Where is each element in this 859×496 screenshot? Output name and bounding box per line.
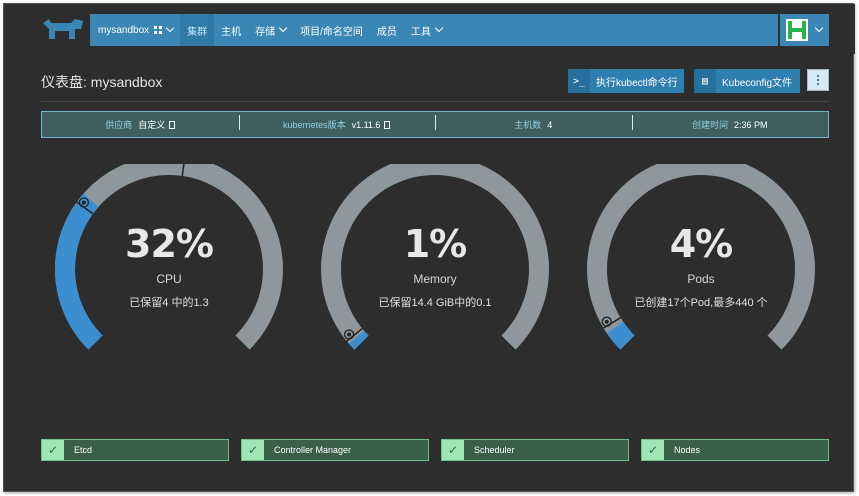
- pods-gauge-arc: [587, 164, 815, 350]
- grid-icon: [154, 26, 163, 34]
- terminal-icon: >_: [568, 69, 590, 93]
- status-controller-manager: ✓ Controller Manager: [241, 439, 429, 461]
- hosts-value: 4: [547, 120, 553, 130]
- nav-storage[interactable]: 存储: [248, 14, 293, 46]
- info-hosts: 主机数 4: [435, 115, 632, 131]
- created-value: 2:36 PM: [733, 120, 768, 130]
- check-icon: ✓: [242, 440, 264, 460]
- created-key: 创建时间: [691, 120, 728, 130]
- pods-gauge: 4% Pods 已创建17个Pod,最多440 个: [581, 164, 821, 374]
- provider-value: 自定义: [138, 120, 166, 130]
- nav-nodes[interactable]: 主机: [214, 14, 248, 46]
- chevron-down-icon: [278, 23, 288, 33]
- user-menu[interactable]: [780, 14, 829, 46]
- copy-icon[interactable]: [169, 121, 176, 129]
- dot-icon: [817, 83, 819, 85]
- nav-members[interactable]: 成员: [370, 14, 404, 46]
- k8s-value: v1.11.6: [351, 120, 381, 130]
- gauge-fill: [606, 321, 635, 350]
- info-k8s-version: kubernetes版本 v1.11.6: [238, 115, 436, 131]
- kubeconfig-button-label: Kubeconfig文件: [722, 77, 793, 89]
- memory-gauge-arc: [321, 164, 549, 350]
- status-etcd-label: Etcd: [74, 445, 93, 455]
- kubeconfig-button[interactable]: ▤ Kubeconfig文件: [694, 69, 800, 93]
- provider-key: 供应商: [105, 120, 133, 130]
- cpu-gauge-value: 32%: [125, 222, 214, 266]
- copy-icon[interactable]: [384, 121, 391, 129]
- header-divider: [41, 101, 829, 102]
- chevron-down-icon: [814, 23, 824, 33]
- cpu-gauge-subtext: 已保留4 中的1.3: [129, 297, 209, 309]
- kubectl-button[interactable]: >_ 执行kubectl命令行: [568, 69, 684, 93]
- cluster-name: mysandbox: [98, 24, 150, 36]
- file-icon: ▤: [694, 69, 716, 93]
- top-bar: mysandbox 集群 主机 存储 项目/命名空间 成员 工具: [4, 4, 855, 54]
- memory-gauge-value: 1%: [403, 222, 468, 266]
- k8s-key: kubernetes版本: [283, 120, 346, 130]
- cpu-gauge: 32% CPU 已保留4 中的1.3: [49, 164, 289, 374]
- gauge-marker-dot: [347, 332, 352, 337]
- cpu-gauge-label: CPU: [156, 272, 182, 286]
- rancher-logo-icon[interactable]: [41, 17, 85, 43]
- dot-icon: [817, 79, 819, 81]
- gauge-marker-dot: [604, 319, 609, 324]
- cluster-info-bar: 供应商 自定义 kubernetes版本 v1.11.6 主机数 4 创建时间 2:36…: [41, 111, 829, 138]
- cpu-gauge-arc: [55, 164, 283, 350]
- status-nodes-label: Nodes: [674, 445, 701, 455]
- dot-icon: [817, 75, 819, 77]
- status-etcd: ✓ Etcd: [41, 439, 229, 461]
- info-created: 创建时间 2:36 PM: [631, 115, 829, 131]
- more-actions-button[interactable]: [807, 69, 829, 91]
- nav-tools[interactable]: 工具: [404, 14, 449, 46]
- pods-gauge-subtext: 已创建17个Pod,最多440 个: [634, 297, 768, 309]
- check-icon: ✓: [642, 440, 664, 460]
- avatar: [786, 19, 808, 41]
- pods-gauge-value: 4%: [669, 222, 734, 266]
- main-nav: mysandbox 集群 主机 存储 项目/命名空间 成员 工具: [90, 14, 778, 46]
- check-icon: ✓: [442, 440, 464, 460]
- info-provider: 供应商 自定义: [42, 118, 239, 131]
- chevron-down-icon: [434, 23, 444, 33]
- memory-gauge-subtext: 已保留14.4 GiB中的0.1: [378, 297, 492, 309]
- kubectl-button-label: 执行kubectl命令行: [596, 77, 678, 89]
- page-title: 仪表盘: mysandbox: [41, 74, 163, 90]
- check-icon: ✓: [42, 440, 64, 460]
- status-nodes: ✓ Nodes: [641, 439, 829, 461]
- cluster-selector[interactable]: mysandbox: [90, 14, 180, 46]
- memory-gauge: 1% Memory 已保留14.4 GiB中的0.1: [315, 164, 555, 374]
- nav-tools-label: 工具: [410, 26, 431, 38]
- nav-projects[interactable]: 项目/命名空间: [293, 14, 370, 46]
- memory-gauge-label: Memory: [413, 272, 457, 286]
- status-scheduler: ✓ Scheduler: [441, 439, 629, 461]
- chevron-down-icon: [165, 23, 175, 33]
- app-window: mysandbox 集群 主机 存储 项目/命名空间 成员 工具 仪表盘: my…: [3, 3, 855, 492]
- gauge-marker-dot: [81, 200, 86, 205]
- nav-cluster[interactable]: 集群: [180, 14, 215, 46]
- hosts-key: 主机数: [514, 120, 542, 130]
- gauge-fill: [348, 330, 369, 350]
- status-controller-manager-label: Controller Manager: [274, 445, 352, 455]
- pods-gauge-label: Pods: [687, 272, 715, 286]
- nav-storage-label: 存储: [255, 26, 276, 38]
- status-scheduler-label: Scheduler: [474, 445, 515, 455]
